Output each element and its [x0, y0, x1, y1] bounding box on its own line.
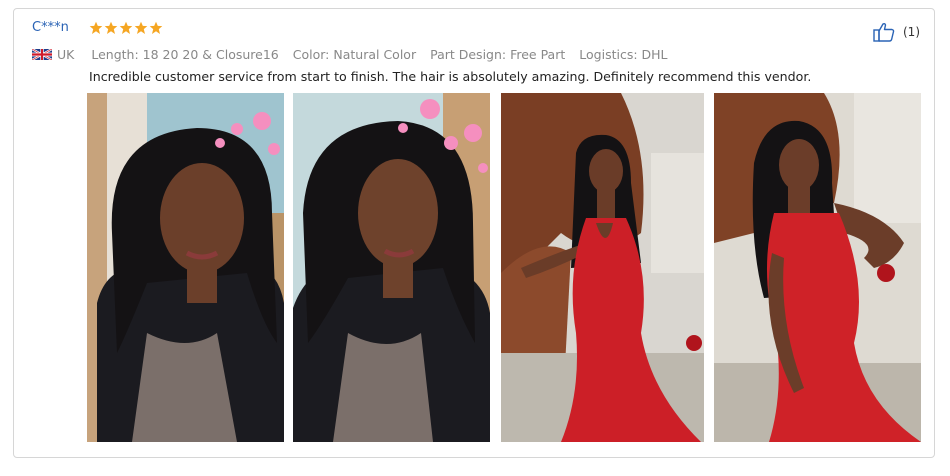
star-icon: [149, 21, 163, 34]
star-icon: [104, 21, 118, 34]
attribute-color: Color: Natural Color: [292, 47, 417, 62]
thumbs-up-icon: [873, 22, 895, 42]
photo-image: [501, 93, 704, 442]
review-photo-2[interactable]: [293, 93, 490, 442]
photo-image: [293, 93, 490, 442]
reviewer-name: C***n: [32, 20, 69, 35]
review-meta: UK Length: 18 20 20 & Closure16 Color: N…: [32, 47, 682, 62]
star-rating: [89, 21, 163, 35]
review-card: C***n (1) UK Length: 18 20 20 & Closure1…: [13, 8, 935, 458]
review-text: Incredible customer service from start t…: [89, 69, 812, 84]
helpful-button[interactable]: (1): [873, 22, 920, 42]
uk-flag-icon: [32, 49, 52, 60]
attribute-part-design: Part Design: Free Part: [430, 47, 566, 62]
star-icon: [134, 21, 148, 34]
attribute-length: Length: 18 20 20 & Closure16: [91, 47, 279, 62]
star-icon: [89, 21, 103, 34]
review-photo-4[interactable]: [714, 93, 921, 442]
review-photo-1[interactable]: [87, 93, 284, 442]
country-name: UK: [57, 47, 75, 62]
review-photo-3[interactable]: [501, 93, 704, 442]
star-icon: [119, 21, 133, 34]
photo-image: [714, 93, 921, 442]
attribute-logistics: Logistics: DHL: [579, 47, 668, 62]
photo-image: [87, 93, 284, 442]
helpful-count: (1): [903, 25, 920, 39]
